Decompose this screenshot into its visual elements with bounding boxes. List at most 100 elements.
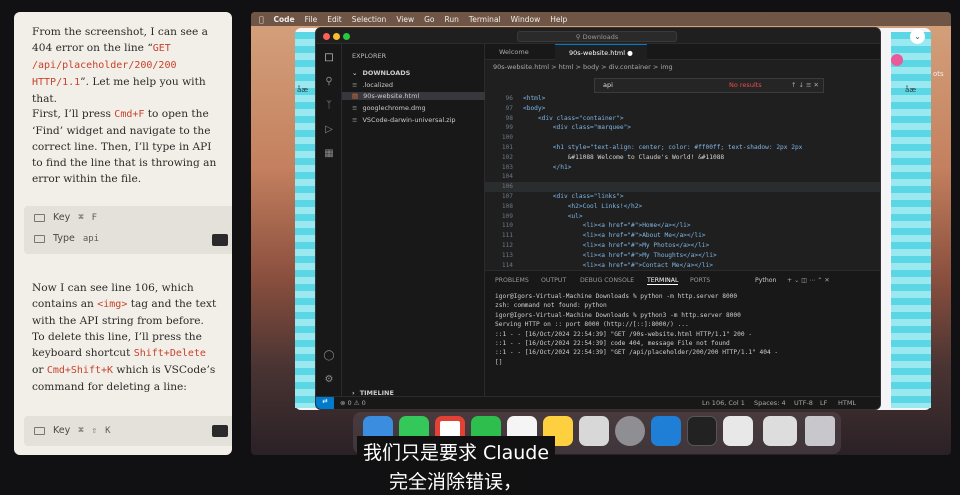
code-text: <html> — [523, 95, 546, 102]
terminal-icon[interactable] — [687, 416, 717, 446]
minimize-icon[interactable] — [333, 33, 340, 40]
code-line[interactable]: 112 <li><a href="#">My Photos</a></li> — [485, 241, 709, 251]
terminal-shell-label[interactable]: Python — [755, 277, 776, 284]
code-line[interactable]: 99 <div class="marquee"> — [485, 123, 631, 133]
problems-count[interactable]: ⊗ 0 ⚠ 0 — [340, 399, 366, 407]
panel-tab-ports[interactable]: PORTS — [690, 277, 710, 284]
apple-icon[interactable]:  — [259, 15, 264, 24]
account-icon[interactable]: ◯ — [323, 350, 335, 362]
close-icon[interactable] — [323, 33, 330, 40]
extensions-icon[interactable]: ▦ — [323, 148, 335, 160]
code-line[interactable]: 102 &#11088 Welcome to Claude's World! &… — [485, 153, 724, 163]
chat-message-3: Now I can see line 106, which contains a… — [32, 282, 217, 393]
add-terminal-icon[interactable]: + ⌄ ◫ ⋯ ⌃ ✕ — [787, 277, 830, 284]
code-line[interactable]: 109 <ul> — [485, 212, 583, 222]
code-text: <div class="container"> — [523, 114, 624, 122]
file-item[interactable]: ≡ googlechrome.dmg — [352, 104, 426, 112]
find-nav-icon[interactable]: ↑ ↓ ≡ ✕ — [791, 81, 819, 89]
line-number: 112 — [501, 242, 513, 249]
code-line[interactable]: 107 <div class="links"> — [485, 192, 624, 202]
menu-view[interactable]: View — [396, 15, 414, 24]
code-line[interactable]: 96 <html> — [485, 94, 546, 104]
tab-welcome[interactable]: Welcome — [485, 44, 555, 60]
panel-tab-terminal[interactable]: TERMINAL — [647, 277, 679, 285]
code-text: <div class="links"> — [523, 193, 624, 200]
code-line[interactable]: 106 — [485, 182, 880, 193]
code-line[interactable]: 98 <div class="container"> — [485, 114, 624, 124]
script-editor-icon[interactable] — [723, 416, 753, 446]
keyboard-icon — [34, 426, 45, 435]
vscode-icon[interactable] — [651, 416, 681, 446]
panel-tab-output[interactable]: OUTPUT — [541, 277, 566, 284]
line-number: 111 — [501, 232, 513, 240]
tool-row-key: Key ⌘ F — [34, 212, 97, 223]
menu-run[interactable]: Run — [445, 15, 459, 24]
menu-terminal[interactable]: Terminal — [469, 15, 501, 24]
code-line[interactable]: 104 — [485, 172, 523, 182]
panel-tab-debug-console[interactable]: DEBUG CONSOLE — [580, 277, 634, 284]
tool-call-block-2[interactable]: Key ⌘ ⇧ K — [24, 416, 232, 446]
code-line[interactable]: 100 — [485, 133, 523, 143]
command-center-search[interactable]: ⚲ Downloads — [517, 31, 677, 42]
line-number: 109 — [501, 212, 513, 220]
line-number: 96 — [505, 95, 513, 102]
maximize-icon[interactable] — [343, 33, 350, 40]
eol[interactable]: LF — [820, 399, 827, 407]
code-line[interactable]: 111 <li><a href="#">About Me</a></li> — [485, 231, 706, 241]
file-item[interactable]: ≡ .localized — [352, 81, 393, 89]
encoding[interactable]: UTF-8 — [794, 399, 813, 407]
code-line[interactable]: 101 <h1 style="text-align: center; color… — [485, 143, 803, 153]
remote-icon[interactable]: ⇄ — [316, 397, 334, 409]
tab-bar: Welcome 90s-website.html ● — [485, 44, 880, 60]
tab-90s-website[interactable]: 90s-website.html ● — [555, 44, 647, 60]
terminal-icon[interactable] — [212, 425, 228, 437]
indent-setting[interactable]: Spaces: 4 — [754, 399, 786, 407]
keyboard-icon — [34, 234, 45, 243]
breadcrumb[interactable]: 90s-website.html > html > body > div.con… — [493, 63, 673, 71]
cursor-position[interactable]: Ln 106, Col 1 — [702, 399, 745, 407]
menu-file[interactable]: File — [305, 15, 318, 24]
code-line[interactable]: 113 <li><a href="#">My Thoughts</a></li> — [485, 251, 717, 261]
tool-call-block-1[interactable]: Key ⌘ F Type api — [24, 206, 232, 254]
folder-downloads[interactable]: ⌄ DOWNLOADS — [352, 69, 410, 77]
menu-help[interactable]: Help — [550, 15, 567, 24]
menu-selection[interactable]: Selection — [352, 15, 387, 24]
search-icon[interactable]: ⚲ — [323, 76, 335, 88]
tool-row-key: Key ⌘ ⇧ K — [34, 425, 111, 436]
settings-icon[interactable] — [615, 416, 645, 446]
chevron-down-icon[interactable]: ⌄ — [910, 29, 925, 44]
file-item-selected[interactable]: ▤ 90s-website.html — [342, 92, 485, 100]
menu-window[interactable]: Window — [511, 15, 541, 24]
textedit-icon[interactable] — [579, 416, 609, 446]
chat-panel: From the screenshot, I can see a 404 err… — [14, 12, 232, 455]
find-input[interactable]: api — [603, 81, 613, 89]
line-number: 97 — [505, 104, 513, 112]
vscode-window: ⚲ Downloads □ ⚲ ᛉ ▷ ▦ ◯ ⚙ EXPLORER ⌄ DOWN… — [315, 27, 881, 410]
terminal-icon[interactable] — [212, 234, 228, 246]
panel-tab-problems[interactable]: PROBLEMS — [495, 277, 529, 284]
terminal-line: Serving HTTP on :: port 8000 (http://[::… — [495, 321, 689, 329]
file-item[interactable]: ≡ VSCode-darwin-universal.zip — [352, 116, 456, 124]
code-line[interactable]: 97 <body> — [485, 104, 546, 114]
gear-icon[interactable]: ⚙ — [323, 374, 335, 386]
line-number: 106 — [501, 183, 513, 191]
code-line[interactable]: 108 <h2>Cool Links!</h2> — [485, 202, 642, 212]
code-line[interactable]: 103 </h1> — [485, 163, 572, 173]
menu-bar:  Code File Edit Selection View Go Run T… — [251, 12, 951, 26]
avatar[interactable] — [891, 54, 903, 66]
terminal-line: igor@Igors-Virtual-Machine Downloads % p… — [495, 293, 738, 300]
line-number: 104 — [501, 173, 513, 181]
menu-edit[interactable]: Edit — [327, 15, 342, 24]
menu-go[interactable]: Go — [424, 15, 434, 24]
code-line[interactable]: 110 <li><a href="#">Home</a></li> — [485, 221, 691, 231]
run-debug-icon[interactable]: ▷ — [323, 124, 335, 136]
trash-icon[interactable] — [805, 416, 835, 446]
menu-app-name[interactable]: Code — [274, 15, 295, 24]
find-widget[interactable]: api No results ↑ ↓ ≡ ✕ — [594, 78, 824, 93]
files-icon[interactable]: □ — [323, 52, 335, 64]
window-preview-icon[interactable] — [763, 416, 797, 446]
page-text-right: åæ — [905, 86, 917, 94]
language-mode[interactable]: HTML — [838, 399, 856, 407]
source-control-icon[interactable]: ᛉ — [323, 100, 335, 112]
line-number: 103 — [501, 163, 513, 171]
